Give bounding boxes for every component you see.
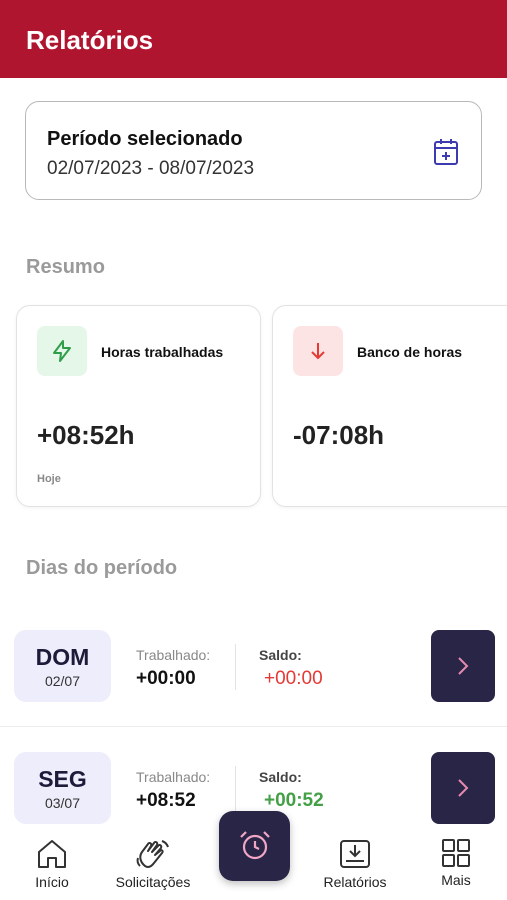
worked-label: Trabalhado: xyxy=(136,647,211,663)
day-name: SEG xyxy=(38,766,87,792)
nav-label: Mais xyxy=(441,872,471,888)
nav-item-requests[interactable]: Solicitações xyxy=(108,826,198,890)
divider xyxy=(235,766,236,812)
balance-label: Saldo: xyxy=(259,769,302,785)
lightning-icon xyxy=(37,326,87,376)
day-date: 02/07 xyxy=(44,673,81,689)
chevron-right-icon xyxy=(458,657,469,675)
day-badge: DOM 02/07 xyxy=(14,630,111,702)
day-date: 03/07 xyxy=(44,795,81,811)
list-item: DOM 02/07 Trabalhado: +00:00 Saldo: +00:… xyxy=(0,630,507,730)
summary-card-title: Banco de horas xyxy=(357,344,463,360)
summary-section-label: Resumo xyxy=(26,256,105,278)
home-icon xyxy=(38,840,66,868)
period-selector[interactable]: Período selecionado 02/07/2023 - 08/07/2… xyxy=(25,101,482,200)
summary-card-hour-bank: Banco de horas -07:08h xyxy=(272,305,507,507)
open-day-button[interactable] xyxy=(431,630,495,702)
summary-card-value: -07:08h xyxy=(293,420,385,450)
day-badge: SEG 03/07 xyxy=(14,752,111,824)
nav-label: Solicitações xyxy=(115,874,191,890)
app-header: Relatórios xyxy=(0,0,507,78)
worked-value: +08:52 xyxy=(136,790,196,811)
row-divider xyxy=(0,726,507,727)
summary-card-subtitle: Hoje xyxy=(37,473,61,485)
balance-value: +00:52 xyxy=(264,790,324,811)
day-name: DOM xyxy=(35,644,90,670)
summary-card-value: +08:52h xyxy=(37,420,135,450)
period-range: 02/07/2023 - 08/07/2023 xyxy=(47,158,255,179)
summary-card-hours-worked: Horas trabalhadas +08:52h Hoje xyxy=(16,305,261,507)
summary-card-title: Horas trabalhadas xyxy=(101,344,224,360)
period-title: Período selecionado xyxy=(47,128,243,150)
worked-value: +00:00 xyxy=(136,668,196,689)
balance-label: Saldo: xyxy=(259,647,302,663)
hand-wave-icon xyxy=(136,840,169,868)
alarm-clock-icon xyxy=(240,831,270,860)
divider xyxy=(235,644,236,690)
page-title: Relatórios xyxy=(26,25,154,55)
calendar-add-icon[interactable] xyxy=(433,138,459,166)
nav-item-home[interactable]: Início xyxy=(22,826,82,890)
grid-icon xyxy=(442,839,470,867)
nav-label: Relatórios xyxy=(323,874,387,890)
nav-item-reports[interactable]: Relatórios xyxy=(316,826,394,890)
download-tray-icon xyxy=(340,840,370,868)
open-day-button[interactable] xyxy=(431,752,495,824)
nav-label: Início xyxy=(35,874,69,890)
clock-in-button[interactable] xyxy=(219,811,290,881)
balance-value: +00:00 xyxy=(264,668,323,689)
worked-label: Trabalhado: xyxy=(136,769,211,785)
chevron-right-icon xyxy=(458,779,469,797)
arrow-down-icon xyxy=(293,326,343,376)
nav-item-more[interactable]: Mais xyxy=(431,826,481,888)
days-section-label: Dias do período xyxy=(26,557,178,579)
